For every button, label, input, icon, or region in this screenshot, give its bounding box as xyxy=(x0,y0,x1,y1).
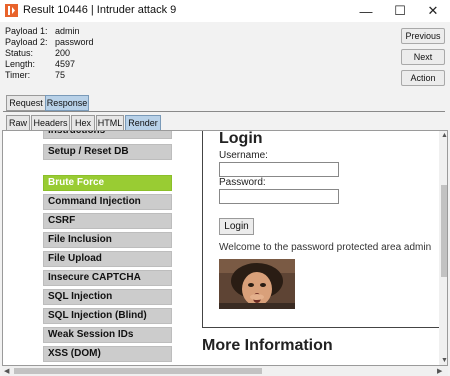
minimize-button[interactable]: — xyxy=(349,0,383,22)
title-bar: Result 10446 | Intruder attack 9 — ☐ ✕ xyxy=(0,0,450,22)
menu-item-file-upload[interactable]: File Upload xyxy=(43,251,172,267)
menu-item-instructions[interactable]: Instructions xyxy=(43,131,172,139)
scroll-down-icon[interactable]: ▼ xyxy=(441,357,447,364)
info-key: Payload 1: xyxy=(5,26,48,36)
info-value: password xyxy=(55,37,94,47)
menu-item-xss-dom[interactable]: XSS (DOM) xyxy=(43,346,172,362)
scroll-up-icon[interactable]: ▲ xyxy=(441,132,447,139)
menu-item-csrf[interactable]: CSRF xyxy=(43,213,172,229)
close-icon: ✕ xyxy=(427,3,439,18)
scroll-left-icon[interactable]: ◀ xyxy=(4,367,9,375)
result-info-panel: Payload 1: admin Payload 2: password Sta… xyxy=(0,22,450,94)
menu-item-weak-session-ids[interactable]: Weak Session IDs xyxy=(43,327,172,343)
maximize-icon: ☐ xyxy=(394,3,406,18)
tab-render[interactable]: Render xyxy=(125,115,161,131)
welcome-message: Welcome to the password protected area a… xyxy=(219,242,432,253)
info-value: 75 xyxy=(55,70,66,80)
menu-item-file-inclusion[interactable]: File Inclusion xyxy=(43,232,172,248)
intruder-result-window: Result 10446 | Intruder attack 9 — ☐ ✕ P… xyxy=(0,0,450,376)
maximize-button[interactable]: ☐ xyxy=(383,0,417,22)
vertical-scroll-thumb[interactable] xyxy=(441,185,447,277)
menu-item-insecure-captcha[interactable]: Insecure CAPTCHA xyxy=(43,270,172,286)
login-box: Login Username: Password: Login Welcome … xyxy=(202,130,444,328)
tab-html[interactable]: HTML xyxy=(96,115,124,131)
user-photo xyxy=(219,259,295,309)
info-key: Payload 2: xyxy=(5,37,48,47)
password-input[interactable] xyxy=(219,189,339,204)
tab-divider xyxy=(3,111,445,112)
menu-item-brute-force[interactable]: Brute Force xyxy=(43,175,172,191)
info-key: Length: xyxy=(5,59,36,69)
close-button[interactable]: ✕ xyxy=(416,0,450,22)
tab-hex[interactable]: Hex xyxy=(71,115,95,131)
info-value: 200 xyxy=(55,48,71,58)
tab-request[interactable]: Request xyxy=(6,95,46,111)
username-label: Username: xyxy=(219,150,268,161)
info-value: admin xyxy=(55,26,80,36)
minimize-icon: — xyxy=(359,3,373,19)
tab-headers[interactable]: Headers xyxy=(31,115,70,131)
info-value: 4597 xyxy=(55,59,76,69)
window-title: Result 10446 | Intruder attack 9 xyxy=(23,4,177,16)
burp-app-icon xyxy=(5,4,18,17)
info-key: Timer: xyxy=(5,70,31,80)
menu-item-sql-injection-blind[interactable]: SQL Injection (Blind) xyxy=(43,308,172,324)
menu-item-setup-reset-db[interactable]: Setup / Reset DB xyxy=(43,144,172,160)
previous-button[interactable]: Previous xyxy=(401,28,445,44)
menu-item-command-injection[interactable]: Command Injection xyxy=(43,194,172,210)
scroll-right-icon[interactable]: ▶ xyxy=(437,367,442,375)
horizontal-scroll-thumb[interactable] xyxy=(14,368,262,374)
action-button[interactable]: Action xyxy=(401,70,445,86)
password-label: Password: xyxy=(219,177,266,188)
tab-response[interactable]: Response xyxy=(45,95,89,111)
login-button[interactable]: Login xyxy=(219,218,254,235)
tab-raw[interactable]: Raw xyxy=(6,115,30,131)
login-title: Login xyxy=(219,130,263,147)
more-information-heading: More Information xyxy=(202,337,333,354)
next-button[interactable]: Next xyxy=(401,49,445,65)
info-key: Status: xyxy=(5,48,34,58)
horizontal-scrollbar[interactable]: ◀ ▶ xyxy=(2,366,448,376)
menu-item-sql-injection[interactable]: SQL Injection xyxy=(43,289,172,305)
username-input[interactable] xyxy=(219,162,339,177)
render-pane: Instructions Setup / Reset DB Brute Forc… xyxy=(2,130,448,366)
vertical-scrollbar[interactable]: ▲ ▼ xyxy=(439,131,447,365)
